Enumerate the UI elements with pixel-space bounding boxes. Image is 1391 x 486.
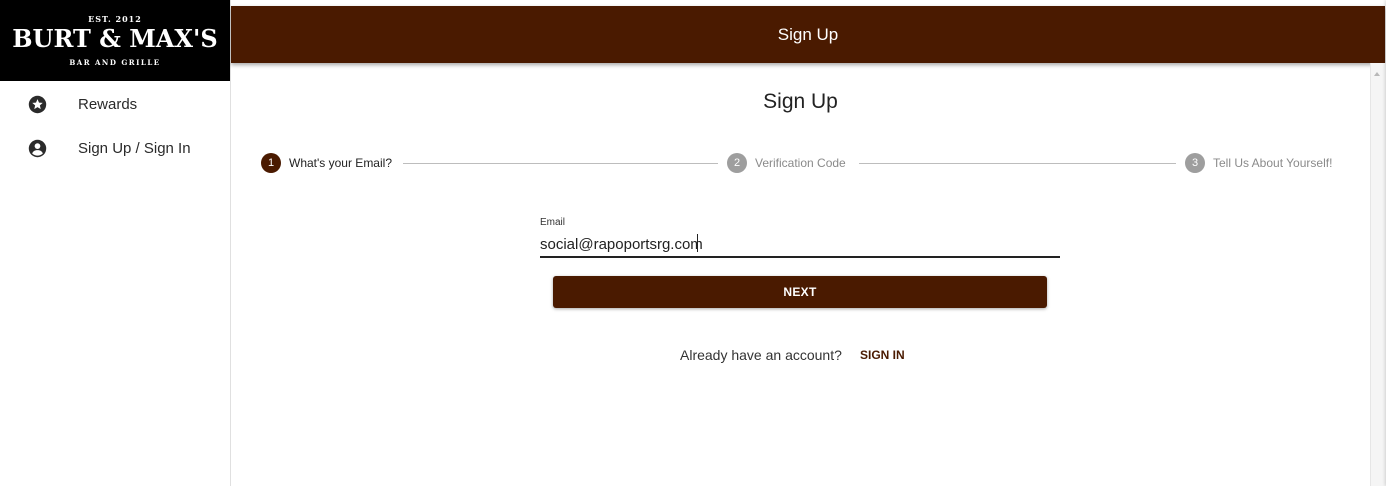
sidebar-item-label: Sign Up / Sign In xyxy=(78,140,191,157)
step-label: Tell Us About Yourself! xyxy=(1213,156,1333,170)
step-label: Verification Code xyxy=(755,156,846,170)
logo-est-text: EST. 2012 xyxy=(88,14,142,24)
logo-name-text: BURT & MAX'S xyxy=(12,24,218,53)
step-label: What's your Email? xyxy=(289,156,392,170)
scrollbar-track[interactable] xyxy=(1370,63,1387,486)
logo-subtitle-text: BAR AND GRILLE xyxy=(69,58,161,67)
step-connector xyxy=(859,163,1176,164)
step-number-badge: 1 xyxy=(261,153,281,173)
sidebar-item-rewards[interactable]: Rewards xyxy=(0,85,230,125)
sidebar-item-label: Rewards xyxy=(78,96,138,113)
next-button[interactable]: NEXT xyxy=(553,276,1047,308)
step-connector xyxy=(403,163,718,164)
page-title: Sign Up xyxy=(763,90,838,113)
sidebar-item-signup-signin[interactable]: Sign Up / Sign In xyxy=(0,129,230,169)
step-number-badge: 2 xyxy=(727,153,747,173)
star-circle-icon xyxy=(28,95,47,114)
window-edge xyxy=(1386,0,1391,486)
email-label: Email xyxy=(540,217,566,228)
app-header: Sign Up xyxy=(231,6,1385,63)
already-have-account-text: Already have an account? xyxy=(680,347,842,363)
header-title: Sign Up xyxy=(777,25,839,44)
brand-logo[interactable]: EST. 2012 BURT & MAX'S BAR AND GRILLE xyxy=(0,0,230,81)
email-field[interactable] xyxy=(540,232,1060,258)
sign-in-link[interactable]: SIGN IN xyxy=(860,348,905,362)
sidebar: EST. 2012 BURT & MAX'S BAR AND GRILLE Re… xyxy=(0,0,231,486)
account-circle-icon xyxy=(28,139,47,158)
step-number-badge: 3 xyxy=(1185,153,1205,173)
text-caret xyxy=(697,234,698,252)
scroll-up-arrow-icon[interactable] xyxy=(1374,72,1380,76)
